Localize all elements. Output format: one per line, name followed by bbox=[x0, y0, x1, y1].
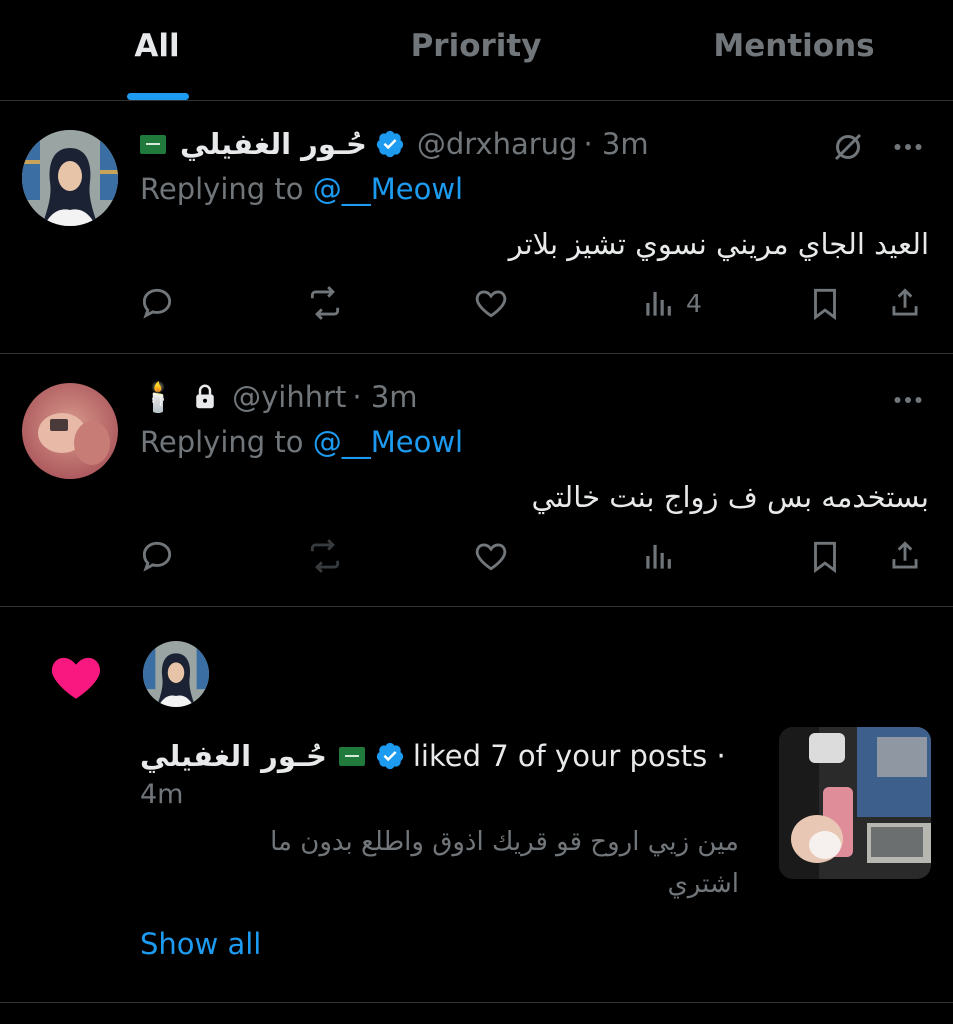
views-button[interactable]: 4 bbox=[640, 278, 702, 328]
timestamp: · 3m bbox=[352, 380, 418, 414]
reply-button[interactable] bbox=[138, 278, 176, 328]
bookmark-button[interactable] bbox=[806, 278, 844, 328]
liker-name[interactable]: حُـور الغفيلي bbox=[140, 739, 327, 773]
notification-tabs: All Priority Mentions bbox=[0, 0, 953, 101]
reply-button[interactable] bbox=[138, 531, 176, 581]
tab-priority[interactable]: Priority bbox=[411, 28, 542, 64]
replying-to-label: Replying to bbox=[140, 425, 304, 459]
repost-icon bbox=[310, 286, 340, 320]
replying-to-mention[interactable]: @__Meowl bbox=[313, 425, 463, 459]
views-button[interactable] bbox=[640, 531, 686, 581]
liker-avatar[interactable] bbox=[143, 641, 209, 707]
share-icon bbox=[892, 541, 918, 569]
more-options-icon[interactable] bbox=[890, 382, 926, 418]
verified-badge-icon bbox=[376, 130, 403, 158]
handle[interactable]: @drxharug bbox=[417, 127, 578, 161]
display-name[interactable]: حُـور الغفيلي bbox=[180, 127, 367, 161]
bookmark-icon bbox=[814, 541, 836, 574]
bookmark-button[interactable] bbox=[806, 531, 844, 581]
avatar[interactable] bbox=[22, 383, 118, 479]
replying-to-label: Replying to bbox=[140, 172, 304, 206]
verified-badge-icon bbox=[376, 742, 403, 770]
post-text: بستخدمه بس ف زواج بنت خالتي bbox=[531, 480, 929, 514]
protected-lock-icon bbox=[196, 384, 214, 409]
like-button[interactable] bbox=[472, 531, 510, 581]
notification-time: 4m bbox=[140, 779, 184, 810]
avatar[interactable] bbox=[22, 130, 118, 226]
grok-icon[interactable] bbox=[830, 129, 866, 165]
active-tab-indicator bbox=[127, 93, 189, 100]
heart-outline-icon bbox=[475, 543, 507, 571]
more-options-icon[interactable] bbox=[890, 129, 926, 165]
heart-filled-icon bbox=[51, 657, 101, 699]
reply-icon bbox=[142, 288, 172, 319]
like-notification[interactable]: حُـور الغفيلي liked 7 of your posts · 4m… bbox=[0, 607, 953, 1003]
repost-button[interactable] bbox=[306, 531, 344, 581]
views-icon bbox=[646, 544, 671, 569]
liked-post-thumbnail[interactable] bbox=[779, 727, 931, 879]
repost-button[interactable] bbox=[306, 278, 344, 328]
views-icon bbox=[646, 291, 671, 316]
reply-post[interactable]: 🕯️ @yihhrt · 3m Replying to @__Meowl بست… bbox=[0, 354, 953, 607]
like-action-text: liked 7 of your posts · bbox=[412, 739, 726, 773]
replying-to-mention[interactable]: @__Meowl bbox=[313, 172, 463, 206]
heart-outline-icon bbox=[475, 290, 507, 318]
like-button[interactable] bbox=[472, 278, 510, 328]
share-icon bbox=[892, 288, 918, 316]
saudi-flag-icon bbox=[140, 134, 166, 154]
show-all-link[interactable]: Show all bbox=[140, 927, 261, 961]
share-button[interactable] bbox=[886, 531, 924, 581]
saudi-flag-icon bbox=[338, 746, 365, 766]
handle[interactable]: @yihhrt bbox=[232, 380, 346, 414]
bookmark-icon bbox=[814, 288, 836, 321]
post-text: العيد الجاي مريني نسوي تشيز بلاتر bbox=[508, 227, 929, 261]
reply-post[interactable]: حُـور الغفيلي @drxharug · 3m Replying to… bbox=[0, 101, 953, 354]
display-name[interactable]: 🕯️ bbox=[140, 380, 176, 415]
views-count: 4 bbox=[686, 288, 702, 318]
timestamp: · 3m bbox=[583, 127, 649, 161]
share-button[interactable] bbox=[886, 278, 924, 328]
repost-icon bbox=[310, 539, 340, 573]
liked-post-preview-line1: مين زيي اروح قو قريك اذوق واطلع بدون ما bbox=[270, 827, 739, 857]
reply-icon bbox=[142, 541, 172, 572]
liked-post-preview-line2: اشتري bbox=[667, 869, 739, 899]
tab-all[interactable]: All bbox=[134, 28, 179, 64]
tab-mentions[interactable]: Mentions bbox=[713, 28, 874, 64]
